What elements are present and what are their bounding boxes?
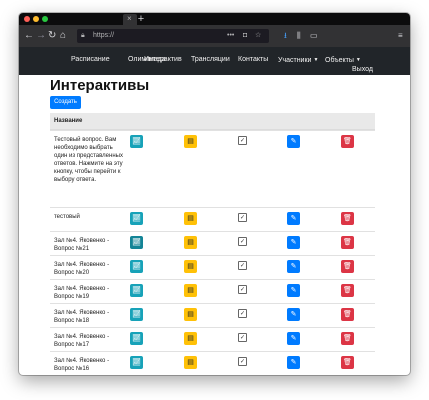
lock-icon: 🔒︎ (81, 32, 85, 39)
row-name: Зал №4. Яковенко - Вопрос №16 (54, 358, 110, 372)
nav-item-participants-label: Участники (278, 57, 312, 64)
page-title: Интерактивы (50, 77, 150, 94)
nav-item-schedule[interactable]: Расписание (71, 55, 110, 65)
delete-button[interactable]: 🗑︎ (341, 236, 354, 249)
nav-item-contacts[interactable]: Контакты (238, 55, 268, 65)
select-checkbox[interactable]: ✓ (238, 357, 247, 366)
edit-button[interactable]: ✎ (287, 308, 300, 321)
select-checkbox[interactable]: ✓ (238, 213, 247, 222)
table-row: Тестовый вопрос. Вам необходимо выбрать … (50, 130, 375, 207)
select-checkbox[interactable]: ✓ (238, 309, 247, 318)
chevron-down-icon: ▼ (355, 57, 361, 63)
stats-button[interactable]: 📈︎ (130, 236, 143, 249)
chevron-down-icon: ▼ (313, 57, 319, 63)
edit-button[interactable]: ✎ (287, 356, 300, 369)
nav-item-participants[interactable]: Участники ▼ (278, 55, 318, 66)
delete-button[interactable]: 🗑︎ (341, 332, 354, 345)
table-row: Зал №4. Яковенко - Вопрос №21 📈︎ ▤ ✓ ✎ 🗑… (50, 231, 375, 255)
nav-item-broadcasts[interactable]: Трансляции (191, 55, 230, 65)
back-icon[interactable]: ← (24, 29, 34, 43)
nav-item-interactive[interactable]: Интерактив (144, 55, 182, 65)
site-navbar: Расписание Олимпиада Интерактив Трансляц… (19, 47, 410, 75)
browser-window: × + ← → ↻ ⌂ 🔒︎ https:// ••• ◘ ☆ ⭳ ⫼ ▭ ≡ … (19, 13, 410, 375)
table-row: Зал №4. Яковенко - Вопрос №19 📈︎ ▤ ✓ ✎ 🗑… (50, 279, 375, 303)
window-minimize-icon[interactable] (33, 16, 39, 22)
select-checkbox[interactable]: ✓ (238, 237, 247, 246)
stats-button[interactable]: 📈︎ (130, 308, 143, 321)
delete-button[interactable]: 🗑︎ (341, 284, 354, 297)
details-button[interactable]: ▤ (184, 284, 197, 297)
delete-button[interactable]: 🗑︎ (341, 260, 354, 273)
browser-toolbar: ← → ↻ ⌂ 🔒︎ https:// ••• ◘ ☆ ⭳ ⫼ ▭ ≡ (19, 25, 410, 47)
edit-button[interactable]: ✎ (287, 135, 300, 148)
library-icon[interactable]: ⫼ (297, 29, 301, 43)
column-header-name: Название (54, 118, 83, 124)
stats-button[interactable]: 📈︎ (130, 284, 143, 297)
edit-button[interactable]: ✎ (287, 236, 300, 249)
nav-item-interactive-label: Интерактив (144, 56, 182, 63)
details-button[interactable]: ▤ (184, 356, 197, 369)
table-row: Зал №4. Яковенко - Вопрос №18 📈︎ ▤ ✓ ✎ 🗑… (50, 303, 375, 327)
window-close-icon[interactable] (24, 16, 30, 22)
row-name: Зал №4. Яковенко - Вопрос №19 (54, 286, 110, 300)
delete-button[interactable]: 🗑︎ (341, 356, 354, 369)
stats-button[interactable]: 📈︎ (130, 332, 143, 345)
table-header: Название (50, 113, 375, 130)
url-bar[interactable]: 🔒︎ https:// ••• ◘ ☆ (77, 29, 269, 43)
pocket-icon[interactable]: ◘ (243, 29, 247, 43)
nav-item-objects-label: Объекты (325, 57, 354, 64)
tab-strip: × + (19, 13, 410, 25)
more-icon[interactable]: ••• (227, 29, 234, 43)
url-text: https:// (93, 32, 115, 39)
delete-button[interactable]: 🗑︎ (341, 135, 354, 148)
delete-button[interactable]: 🗑︎ (341, 212, 354, 225)
row-name: Зал №4. Яковенко - Вопрос №20 (54, 262, 110, 276)
select-checkbox[interactable]: ✓ (238, 285, 247, 294)
table-row: Зал №4. Яковенко - Вопрос №20 📈︎ ▤ ✓ ✎ 🗑… (50, 255, 375, 279)
details-button[interactable]: ▤ (184, 236, 197, 249)
edit-button[interactable]: ✎ (287, 260, 300, 273)
reload-icon[interactable]: ↻ (48, 29, 56, 43)
home-icon[interactable]: ⌂ (60, 29, 66, 43)
table-row: Зал №4. Яковенко - Вопрос №17 📈︎ ▤ ✓ ✎ 🗑… (50, 327, 375, 351)
nav-item-logout[interactable]: Выход (352, 65, 373, 75)
row-name: Зал №4. Яковенко - Вопрос №17 (54, 334, 110, 348)
download-icon[interactable]: ⭳ (284, 29, 287, 43)
stats-button[interactable]: 📈︎ (130, 212, 143, 225)
table-row: тестовый 📈︎ ▤ ✓ ✎ 🗑︎ (50, 207, 375, 231)
row-name: тестовый (54, 214, 80, 220)
menu-icon[interactable]: ≡ (398, 29, 403, 43)
edit-button[interactable]: ✎ (287, 212, 300, 225)
row-name: Тестовый вопрос. Вам необходимо выбрать … (54, 137, 123, 183)
stats-button[interactable]: 📈︎ (130, 260, 143, 273)
stats-button[interactable]: 📈︎ (130, 135, 143, 148)
forward-icon[interactable]: → (36, 29, 46, 43)
stats-button[interactable]: 📈︎ (130, 356, 143, 369)
row-name: Зал №4. Яковенко - Вопрос №18 (54, 310, 110, 324)
select-checkbox[interactable]: ✓ (238, 261, 247, 270)
delete-button[interactable]: 🗑︎ (341, 308, 354, 321)
details-button[interactable]: ▤ (184, 308, 197, 321)
row-name: Зал №4. Яковенко - Вопрос №21 (54, 238, 110, 252)
details-button[interactable]: ▤ (184, 212, 197, 225)
select-checkbox[interactable]: ✓ (238, 136, 247, 145)
create-button[interactable]: Создать (50, 96, 81, 109)
table-row: Зал №4. Яковенко - Вопрос №16 📈︎ ▤ ✓ ✎ 🗑… (50, 351, 375, 375)
sidebar-icon[interactable]: ▭ (310, 29, 318, 43)
details-button[interactable]: ▤ (184, 260, 197, 273)
star-icon[interactable]: ☆ (255, 29, 261, 43)
tab-close-icon[interactable]: × (127, 14, 132, 24)
details-button[interactable]: ▤ (184, 135, 197, 148)
edit-button[interactable]: ✎ (287, 284, 300, 297)
window-maximize-icon[interactable] (42, 16, 48, 22)
new-tab-button[interactable]: + (136, 13, 146, 25)
edit-button[interactable]: ✎ (287, 332, 300, 345)
select-checkbox[interactable]: ✓ (238, 333, 247, 342)
details-button[interactable]: ▤ (184, 332, 197, 345)
